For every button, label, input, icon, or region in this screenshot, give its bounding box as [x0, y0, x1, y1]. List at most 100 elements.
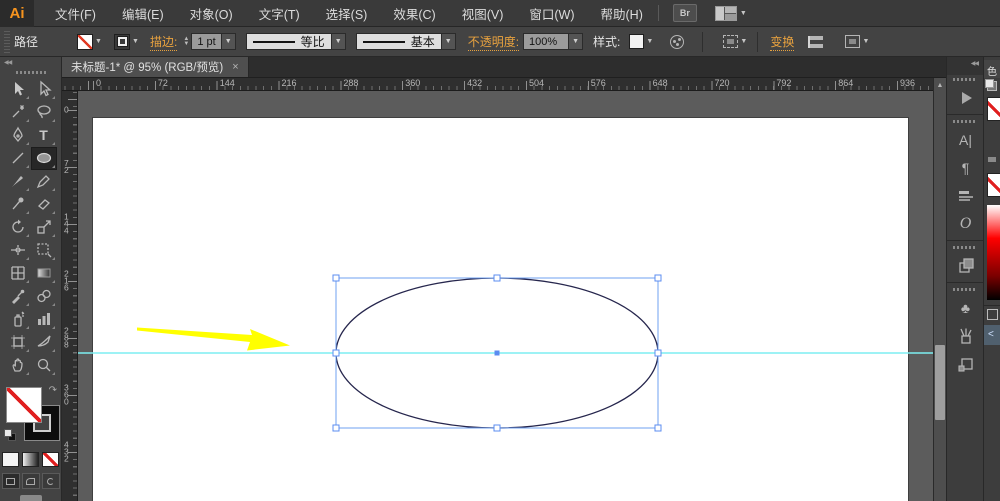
symbols-panel-icon[interactable]: ♣: [947, 294, 983, 322]
menu-item[interactable]: 效果(C): [380, 4, 448, 23]
scrollbar-thumb[interactable]: [935, 345, 945, 420]
tool-paintbrush[interactable]: [5, 170, 31, 193]
color-button[interactable]: [2, 452, 19, 468]
character-panel-icon[interactable]: A|: [947, 126, 983, 154]
scroll-up-icon[interactable]: ▲: [934, 78, 946, 92]
menu-item[interactable]: 选择(S): [313, 4, 381, 23]
tool-symbol-sprayer[interactable]: [5, 308, 31, 331]
opacity-dropdown[interactable]: ▼: [569, 33, 584, 50]
tool-artboard[interactable]: [5, 331, 31, 354]
swap-fill-stroke-icon[interactable]: ↷: [49, 385, 57, 396]
isolate-selection-icon[interactable]: [845, 35, 861, 48]
ruler-label: 648: [652, 78, 668, 88]
chevron-down-icon: ▼: [646, 38, 654, 45]
align-icon[interactable]: [808, 35, 824, 48]
paragraph-panel-icon[interactable]: ¶: [947, 154, 983, 182]
none-button[interactable]: [42, 452, 59, 468]
opentype-panel-icon[interactable]: O: [947, 210, 983, 238]
tool-column-graph[interactable]: [31, 308, 57, 331]
selected-row[interactable]: <: [984, 325, 1000, 345]
tool-rotate[interactable]: [5, 216, 31, 239]
tool-scale[interactable]: [31, 216, 57, 239]
vertical-scrollbar[interactable]: ▲: [933, 78, 946, 501]
vertical-ruler[interactable]: 0 72 144 216 288 360 432: [62, 91, 78, 501]
default-fill-stroke-icon[interactable]: [4, 428, 16, 441]
tool-line-segment[interactable]: [5, 147, 31, 170]
menu-item[interactable]: 对象(O): [177, 4, 246, 23]
paragraph-styles-panel-icon[interactable]: [947, 182, 983, 210]
color-panel-tab[interactable]: 色: [984, 60, 1000, 78]
tools-collapse-button[interactable]: ◀◀: [0, 57, 61, 69]
stroke-weight-dropdown[interactable]: ▼: [221, 33, 236, 50]
tool-blend[interactable]: [31, 285, 57, 308]
dock-collapse-button[interactable]: ◀◀: [947, 57, 983, 75]
close-icon[interactable]: ×: [232, 61, 238, 73]
recolor-artwork-icon[interactable]: [670, 34, 685, 49]
tool-selection[interactable]: [5, 78, 31, 101]
opacity-panel-link[interactable]: 不透明度:: [467, 33, 520, 51]
color-spectrum-ramp[interactable]: [987, 205, 1000, 300]
tool-free-transform[interactable]: [31, 239, 57, 262]
stroke-panel-link[interactable]: 描边:: [150, 33, 178, 51]
ruler-label: 576: [590, 78, 606, 88]
tool-width[interactable]: [5, 239, 31, 262]
gradient-button[interactable]: [22, 452, 39, 468]
menu-item[interactable]: 文字(T): [246, 4, 313, 23]
panel-grip[interactable]: [4, 30, 10, 53]
draw-inside-button[interactable]: [41, 473, 60, 490]
tools-grip[interactable]: [15, 70, 46, 74]
menu-item[interactable]: 窗口(W): [516, 4, 587, 23]
dock-grip[interactable]: [953, 246, 977, 249]
dock-grip[interactable]: [953, 78, 977, 81]
brush-definition-dropdown[interactable]: ▼: [441, 33, 456, 50]
tool-gradient[interactable]: [31, 262, 57, 285]
screen-mode-button[interactable]: [19, 495, 42, 501]
tool-pen[interactable]: [5, 124, 31, 147]
draw-normal-button[interactable]: [1, 473, 20, 490]
stroke-weight-stepper[interactable]: ▲ ▼: [183, 36, 189, 47]
tool-direct-selection[interactable]: [31, 78, 57, 101]
tool-mesh[interactable]: [5, 262, 31, 285]
brushes-panel-icon[interactable]: [947, 322, 983, 350]
fill-indicator-none[interactable]: [6, 386, 42, 423]
tool-eyedropper[interactable]: [5, 285, 31, 308]
document-tab[interactable]: 未标题-1* @ 95% (RGB/预览) ×: [62, 57, 249, 77]
tool-hand[interactable]: [5, 354, 31, 377]
dock-grip[interactable]: [953, 288, 977, 291]
draw-behind-button[interactable]: [21, 473, 40, 490]
tool-blob-brush[interactable]: [5, 193, 31, 216]
menu-item[interactable]: 编辑(E): [109, 4, 177, 23]
tool-slice[interactable]: [31, 331, 57, 354]
dock-grip[interactable]: [953, 120, 977, 123]
bridge-button[interactable]: Br: [672, 4, 697, 22]
graphic-styles-panel-icon[interactable]: [947, 350, 983, 378]
none-swatch[interactable]: [987, 173, 1000, 197]
width-profile-dropdown[interactable]: ▼: [331, 33, 346, 50]
stroke-color-button[interactable]: ▼: [114, 33, 141, 50]
canvas[interactable]: [78, 91, 933, 501]
menu-item[interactable]: 帮助(H): [588, 4, 656, 23]
stroke-weight-input[interactable]: 1 pt: [191, 33, 222, 50]
select-similar-icon[interactable]: [723, 35, 739, 48]
tool-ellipse[interactable]: [30, 146, 57, 170]
tool-zoom[interactable]: [31, 354, 57, 377]
style-swatch-button[interactable]: ▼: [629, 34, 655, 49]
fill-color-button[interactable]: ▼: [77, 33, 104, 50]
tool-pencil[interactable]: [31, 170, 57, 193]
transform-panel-link[interactable]: 变换: [770, 33, 795, 51]
fill-stroke-mini-icon[interactable]: [985, 79, 997, 91]
tool-type[interactable]: T: [31, 124, 57, 147]
none-swatch[interactable]: [987, 97, 1000, 121]
appearance-panel-icon[interactable]: [947, 252, 983, 280]
menu-item[interactable]: 文件(F): [42, 4, 109, 23]
tool-lasso[interactable]: [31, 101, 57, 124]
menu-item[interactable]: 视图(V): [449, 4, 517, 23]
tool-eraser[interactable]: [31, 193, 57, 216]
workspace-switcher-button[interactable]: ▼: [714, 5, 747, 21]
opacity-input[interactable]: 100%: [523, 33, 570, 50]
width-profile-select[interactable]: 等比: [245, 33, 332, 50]
brush-definition-select[interactable]: 基本: [355, 33, 442, 50]
actions-panel-icon[interactable]: [947, 84, 983, 112]
horizontal-ruler[interactable]: 0 72 144 216 288 360 432 504 576 648 720 792 864 936: [62, 78, 933, 91]
tool-magic-wand[interactable]: [5, 101, 31, 124]
